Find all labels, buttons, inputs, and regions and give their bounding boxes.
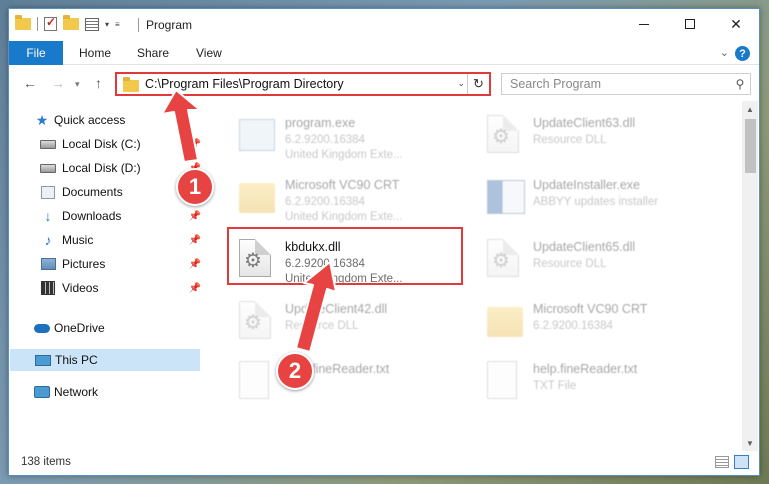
maximize-button[interactable] [667, 9, 713, 39]
drive-icon [40, 161, 56, 175]
onedrive-icon [34, 321, 50, 335]
minimize-button[interactable] [621, 9, 667, 39]
sidebar-item-onedrive[interactable]: OneDrive [9, 317, 201, 339]
file-item[interactable]: Microsoft VC90 CRT 6.2.9200.16384 [477, 293, 707, 351]
file-item[interactable]: help.fineReader.txt TXT File [477, 353, 707, 411]
drive-icon [40, 137, 56, 151]
help-icon[interactable]: ? [735, 46, 750, 61]
sidebar-item-videos[interactable]: Videos 📌 [9, 277, 201, 299]
chevron-down-icon[interactable]: ⌄ [457, 78, 465, 89]
quick-access-toolbar: ▾ ≡ [15, 15, 120, 31]
new-folder-icon[interactable] [63, 15, 79, 30]
callout-1-badge: 1 [176, 168, 214, 206]
ribbon-tabs: File Home Share View ⌄ ? [9, 41, 759, 65]
music-icon: ♪ [44, 232, 52, 248]
sidebar-item-pictures[interactable]: Pictures 📌 [9, 253, 201, 275]
pin-icon[interactable]: 📌 [189, 235, 201, 246]
folder-icon [15, 15, 31, 30]
scroll-up-icon[interactable]: ▲ [742, 101, 758, 117]
videos-icon [40, 281, 56, 295]
scroll-down-icon[interactable]: ▼ [742, 435, 758, 451]
pin-icon[interactable]: 📌 [189, 283, 201, 294]
pin-icon[interactable]: 📌 [189, 139, 201, 150]
search-placeholder: Search Program [510, 77, 602, 91]
status-bar: 138 items [9, 451, 759, 475]
sidebar-item-downloads[interactable]: ↓ Downloads 📌 [9, 205, 202, 227]
folder-icon [239, 177, 277, 219]
dll-icon [487, 239, 525, 281]
file-item[interactable]: UpdateClient63.dll Resource DLL [477, 107, 707, 165]
navigation-pane: ★ Quick access Local Disk (C:) 📌 Local D… [9, 101, 209, 441]
pc-icon [35, 353, 51, 367]
downloads-icon: ↓ [44, 208, 52, 224]
file-item[interactable]: UpdateClient65.dll Resource DLL [477, 231, 707, 289]
chevron-down-icon[interactable]: ▾ [105, 20, 109, 29]
pin-icon[interactable]: 📌 [189, 211, 201, 222]
back-arrow-icon[interactable]: ← [23, 75, 37, 91]
dll-icon [487, 115, 525, 157]
callout-2-badge: 2 [276, 352, 314, 390]
file-item[interactable]: help.fineReader.txt [229, 353, 459, 411]
tab-share[interactable]: Share [137, 46, 169, 60]
sidebar-item-this-pc[interactable]: This PC [10, 349, 200, 371]
close-button[interactable]: ✕ [713, 9, 759, 39]
tab-file[interactable]: File [9, 41, 63, 65]
properties-check-icon[interactable] [44, 15, 57, 31]
vertical-scrollbar[interactable]: ▲ ▼ [742, 101, 758, 451]
exe-icon [239, 115, 277, 157]
file-item[interactable]: UpdateClient42.dll Resource DLL [229, 293, 459, 351]
star-icon: ★ [35, 111, 49, 128]
file-item[interactable]: program.exe 6.2.9200.16384 United Kingdo… [229, 107, 459, 165]
scrollbar-thumb[interactable] [745, 119, 756, 173]
pictures-icon [40, 257, 56, 271]
tab-view[interactable]: View [196, 46, 222, 60]
sidebar-item-local-disk-d[interactable]: Local Disk (D:) 📌 [9, 157, 201, 179]
folder-icon [487, 301, 525, 343]
search-input[interactable]: Search Program ⚲ [501, 73, 751, 95]
sidebar-item-documents[interactable]: Documents 📌 [9, 181, 201, 203]
address-bar[interactable]: C:\Program Files\Program Directory ⌄ ↻ [115, 72, 491, 96]
tiles-view-icon[interactable] [734, 455, 749, 469]
navigation-bar: ← → ▾ ↑ C:\Program Files\Program Directo… [9, 66, 759, 100]
file-item[interactable]: Microsoft VC90 CRT 6.2.9200.16384 United… [229, 169, 459, 227]
expand-ribbon-icon[interactable]: ⌄ [720, 46, 729, 59]
recent-locations-icon[interactable]: ▾ [75, 79, 80, 90]
customize-toolbar-icon[interactable]: ≡ [115, 20, 120, 29]
text-file-icon [487, 361, 525, 403]
text-file-icon [239, 361, 277, 403]
sidebar-item-local-disk-c[interactable]: Local Disk (C:) 📌 [9, 133, 201, 155]
documents-icon [40, 185, 56, 199]
window-title: Program [146, 18, 193, 32]
tab-home[interactable]: Home [79, 46, 111, 60]
search-icon[interactable]: ⚲ [730, 77, 750, 91]
explorer-window: ▾ ≡ Program ✕ File Home Share View ⌄ ? ←… [8, 8, 760, 476]
maximize-icon [685, 19, 695, 29]
title-bar: ▾ ≡ Program ✕ [9, 9, 759, 41]
pin-icon[interactable]: 📌 [189, 259, 201, 270]
network-icon [34, 385, 50, 399]
details-view-icon[interactable] [715, 456, 729, 468]
installer-icon [487, 177, 525, 219]
close-icon: ✕ [730, 15, 742, 32]
dll-icon [239, 301, 277, 343]
up-arrow-icon[interactable]: ↑ [95, 75, 102, 91]
sidebar-item-network[interactable]: Network [9, 381, 201, 403]
sidebar-item-quick-access[interactable]: ★ Quick access [9, 109, 201, 131]
sidebar-item-music[interactable]: ♪ Music 📌 [9, 229, 202, 251]
refresh-icon[interactable]: ↻ [467, 74, 489, 94]
item-count: 138 items [21, 456, 71, 468]
selected-file-highlight [227, 227, 463, 285]
forward-arrow-icon[interactable]: → [51, 75, 65, 91]
file-item[interactable]: UpdateInstaller.exe ABBYY updates instal… [477, 169, 707, 227]
properties-icon[interactable] [85, 17, 99, 31]
folder-icon [123, 76, 139, 92]
address-path[interactable]: C:\Program Files\Program Directory [145, 77, 344, 91]
minimize-icon [639, 23, 649, 25]
